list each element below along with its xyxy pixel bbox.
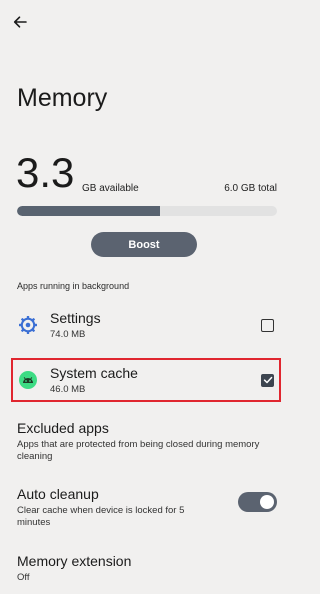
background-apps-section-label: Apps running in background	[17, 281, 130, 291]
setting-description: Clear cache when device is locked for 5 …	[17, 505, 185, 528]
page-title: Memory	[17, 84, 108, 112]
setting-title: Excluded apps	[17, 420, 109, 436]
arrow-left-icon	[13, 16, 27, 28]
app-name: System cache	[50, 364, 138, 381]
app-size: 74.0 MB	[50, 328, 86, 340]
app-row-system-cache[interactable]: System cache 46.0 MB	[11, 358, 281, 402]
auto-cleanup-setting[interactable]: Auto cleanup Clear cache when device is …	[17, 486, 277, 529]
app-size: 46.0 MB	[50, 383, 86, 395]
setting-value: Off	[17, 572, 30, 583]
excluded-apps-setting[interactable]: Excluded apps Apps that are protected fr…	[17, 420, 277, 463]
setting-title: Auto cleanup	[17, 486, 99, 502]
app-row-settings[interactable]: Settings 74.0 MB	[13, 305, 279, 345]
app-name: Settings	[50, 309, 101, 326]
memory-available-label: GB available	[82, 183, 139, 194]
auto-cleanup-toggle[interactable]	[238, 492, 277, 512]
memory-total-label: 6.0 GB total	[224, 183, 277, 194]
toggle-knob	[260, 495, 274, 509]
android-icon	[17, 369, 39, 391]
boost-button[interactable]: Boost	[91, 232, 197, 257]
checkmark-icon	[263, 376, 272, 384]
app-checkbox-settings[interactable]	[261, 318, 274, 332]
app-checkbox-system-cache[interactable]	[261, 373, 274, 387]
setting-title: Memory extension	[17, 553, 132, 569]
setting-description: Apps that are protected from being close…	[17, 439, 260, 462]
memory-available-value: 3.3	[16, 149, 75, 196]
memory-extension-setting[interactable]: Memory extension Off	[17, 553, 277, 584]
settings-gear-icon	[17, 314, 39, 336]
back-button[interactable]	[8, 10, 32, 34]
memory-usage-bar	[17, 206, 277, 216]
memory-usage-bar-fill	[17, 206, 160, 216]
